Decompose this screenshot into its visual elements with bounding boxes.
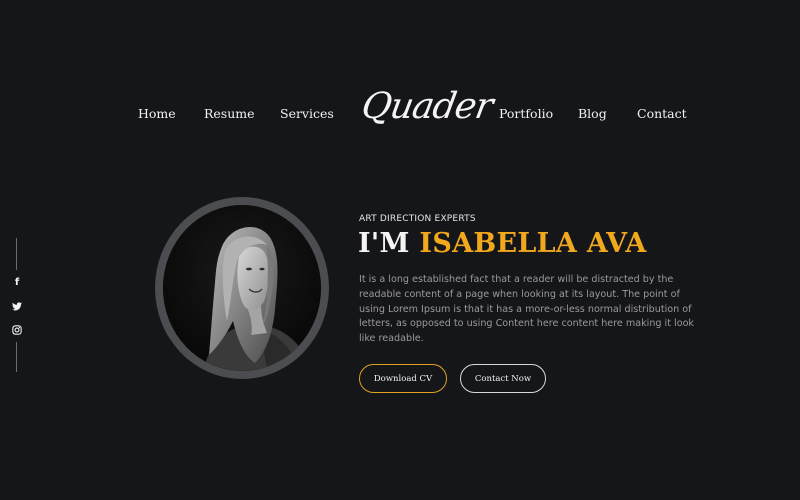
nav-blog[interactable]: Blog: [578, 106, 607, 121]
instagram-icon[interactable]: [11, 324, 23, 336]
nav-home[interactable]: Home: [138, 106, 176, 121]
hero-headline: I'M ISABELLA AVA: [358, 228, 647, 259]
site-logo[interactable]: Quader: [358, 86, 495, 127]
nav-portfolio[interactable]: Portfolio: [499, 106, 553, 121]
headline-name: ISABELLA AVA: [419, 228, 647, 259]
hero-eyebrow: ART DIRECTION EXPERTS: [359, 214, 476, 224]
nav-services[interactable]: Services: [280, 106, 334, 121]
hero-description: It is a long established fact that a rea…: [359, 274, 694, 345]
download-cv-button[interactable]: Download CV: [359, 364, 447, 393]
portfolio-page: Home Resume Services Quader Portfolio Bl…: [0, 0, 800, 500]
facebook-icon[interactable]: f: [11, 276, 23, 288]
profile-photo: [163, 205, 321, 371]
twitter-icon[interactable]: [11, 300, 23, 312]
headline-prefix: I'M: [358, 228, 410, 259]
avatar: [163, 205, 321, 371]
social-divider-top: [16, 238, 17, 270]
nav-contact[interactable]: Contact: [637, 106, 687, 121]
social-divider-bottom: [16, 342, 17, 372]
contact-now-button[interactable]: Contact Now: [460, 364, 546, 393]
nav-resume[interactable]: Resume: [204, 106, 255, 121]
